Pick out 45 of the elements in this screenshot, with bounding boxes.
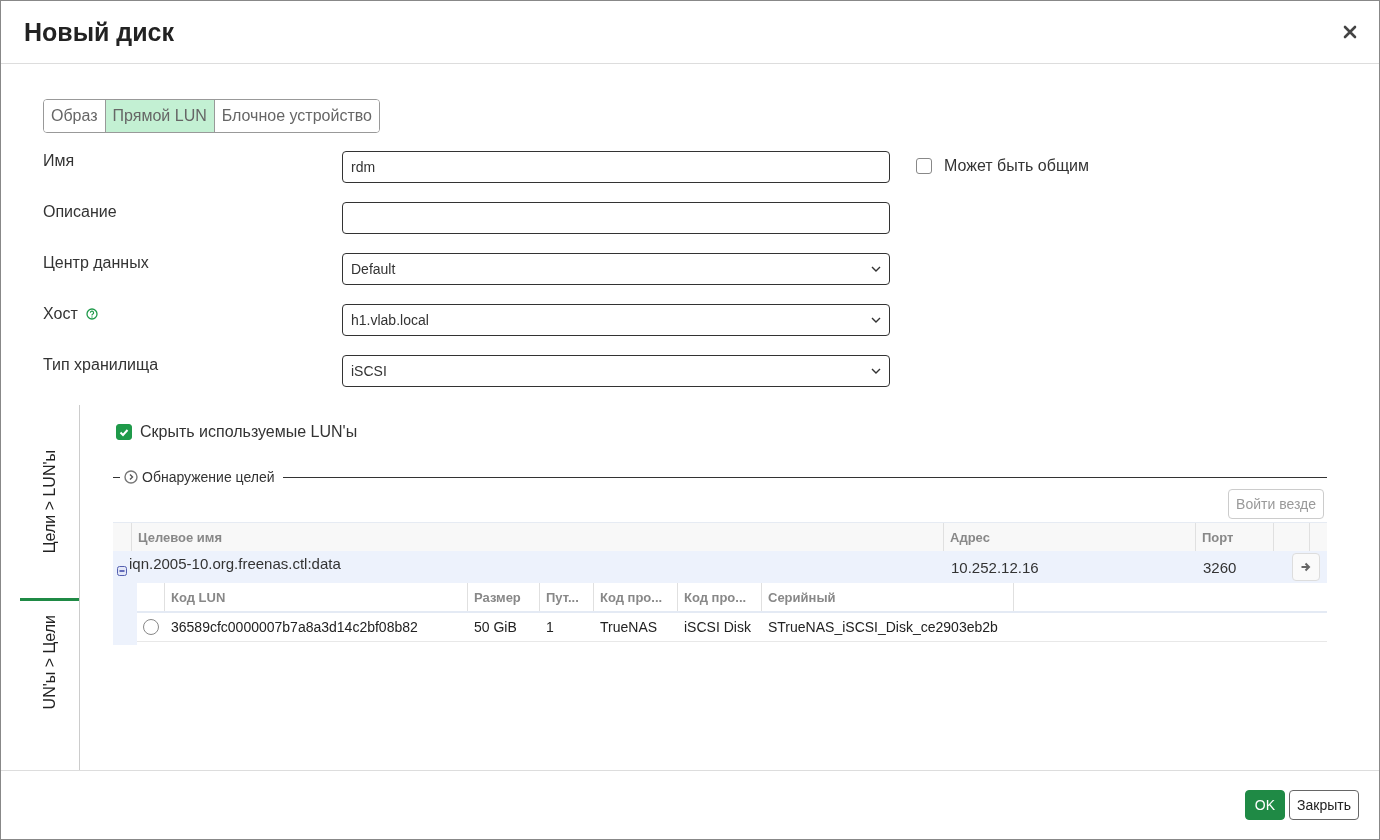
disk-type-tab[interactable]: Прямой LUN: [104, 100, 214, 132]
table-cell-text: 3260: [1203, 558, 1238, 576]
checkbox-label: Скрыть используемые LUN'ы: [140, 423, 358, 441]
close-button[interactable]: Закрыть: [1289, 790, 1359, 820]
table-cell: iSCSI Disk: [684, 619, 751, 635]
table-cell: TrueNAS: [600, 619, 658, 635]
column-header: Пут...: [540, 583, 594, 611]
table-cell: STrueNAS_iSCSI_Disk_ce2903eb2b: [768, 619, 998, 635]
close-icon[interactable]: [1343, 25, 1357, 39]
field-label: Описание: [43, 203, 117, 221]
checkbox[interactable]: [116, 424, 132, 440]
select-field[interactable]: Default: [342, 253, 890, 285]
field-label: Хост: [43, 305, 78, 323]
field-label: Тип хранилища: [43, 356, 159, 374]
help-icon[interactable]: [85, 308, 98, 320]
table-cell-text: iqn.2005-10.org.freenas.ctl:data: [129, 554, 342, 572]
column-header: Код про...: [678, 583, 762, 611]
window-title: Новый диск: [24, 17, 174, 47]
chevron-down-icon: [871, 368, 881, 374]
table-cell: 50 GiB: [474, 619, 517, 635]
field-label: Имя: [43, 152, 75, 170]
arrow-right-icon[interactable]: [1292, 553, 1320, 581]
chevron-down-icon: [871, 317, 881, 323]
expand-icon[interactable]: [124, 470, 138, 484]
checkbox[interactable]: [916, 158, 932, 174]
table-cell: 36589cfc0000007b7a8a3d14c2bf08b82: [171, 619, 418, 635]
chevron-down-icon: [871, 266, 881, 272]
ok-button[interactable]: OK: [1244, 790, 1286, 820]
select-field[interactable]: iSCSI: [342, 355, 890, 387]
section-title: Обнаружение целей: [142, 469, 275, 485]
column-header: Серийный: [762, 583, 1014, 611]
field-label: Центр данных: [43, 254, 149, 272]
table-row[interactable]: iqn.2005-10.org.freenas.ctl:data 10.252.12.16 3260: [113, 551, 1327, 583]
column-header: Код про...: [594, 583, 678, 611]
table-cell-text: 10.252.12.16: [951, 558, 1040, 576]
column-header: Размер: [468, 583, 540, 611]
select-field[interactable]: h1.vlab.local: [342, 304, 890, 336]
input-field[interactable]: [342, 202, 890, 234]
collapse-icon[interactable]: [117, 566, 127, 576]
disk-type-tab[interactable]: Блочное устройство: [213, 100, 379, 132]
input-field[interactable]: rdm: [342, 151, 890, 183]
column-header: Код LUN: [165, 583, 468, 611]
radio-button[interactable]: [143, 619, 159, 635]
table-cell: 1: [546, 619, 554, 635]
checkbox-label: Может быть общим: [944, 157, 1089, 175]
